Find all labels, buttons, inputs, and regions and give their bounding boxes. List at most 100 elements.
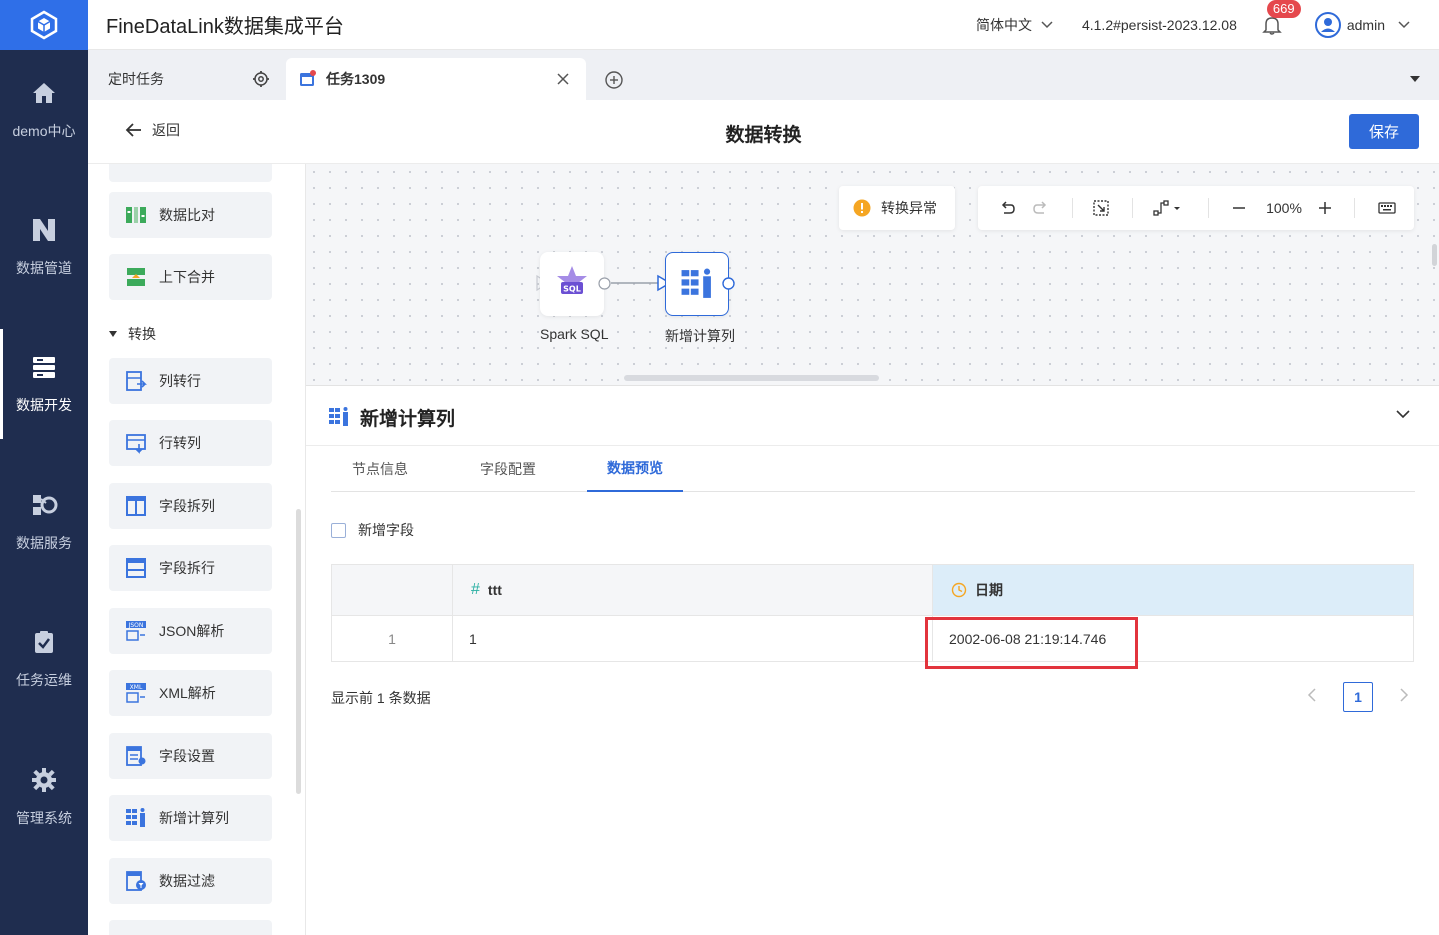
- node-calc-column[interactable]: 新增计算列: [665, 252, 735, 346]
- app-logo[interactable]: [0, 0, 88, 50]
- group-header-transform[interactable]: 转换: [108, 324, 156, 344]
- component-item-split-col[interactable]: 字段拆列: [109, 483, 272, 529]
- row-count-summary: 显示前 1 条数据: [331, 690, 431, 706]
- nav-item-pipeline[interactable]: 数据管道: [0, 192, 88, 302]
- nav-label: demo中心: [12, 123, 76, 139]
- canvas-horizontal-scrollbar[interactable]: [624, 375, 879, 381]
- language-selector[interactable]: 简体中文: [976, 15, 1054, 35]
- node-label: 新增计算列: [665, 328, 735, 344]
- version-label: 4.1.2#persist-2023.12.08: [1081, 17, 1237, 33]
- column-name: ttt: [487, 582, 502, 598]
- panel-resize-handle[interactable]: ⋯: [854, 378, 869, 385]
- component-item-union[interactable]: 上下合并: [109, 254, 272, 300]
- notification-button[interactable]: 669: [1261, 0, 1301, 36]
- component-item-calc-column[interactable]: 新增计算列: [109, 795, 272, 841]
- node-box[interactable]: SQL: [540, 252, 604, 316]
- component-item-col-to-row[interactable]: 列转行: [109, 358, 272, 404]
- component-label: JSON解析: [159, 623, 225, 639]
- save-button[interactable]: 保存: [1349, 114, 1419, 149]
- node-spark-sql[interactable]: SQL Spark SQL: [540, 252, 608, 342]
- column-header-date[interactable]: 日期: [932, 564, 1414, 616]
- gear-icon[interactable]: [252, 70, 270, 88]
- tab-label: 定时任务: [108, 71, 164, 87]
- nav-item-service[interactable]: 数据服务: [0, 467, 88, 577]
- nav-label: 数据服务: [16, 535, 72, 551]
- row-number-header: [331, 564, 453, 616]
- notification-badge: 669: [1266, 0, 1301, 18]
- component-label: 字段拆行: [159, 560, 215, 576]
- close-icon[interactable]: [556, 72, 570, 86]
- nav-item-demo[interactable]: demo中心: [0, 55, 88, 165]
- component-item-json-parse[interactable]: JSON JSON解析: [109, 608, 272, 654]
- component-item-field-settings[interactable]: 字段设置: [109, 733, 272, 779]
- output-port-icon[interactable]: [598, 277, 611, 290]
- node-box-selected[interactable]: [665, 252, 729, 316]
- caret-down-icon: [109, 331, 117, 337]
- field-settings-icon: [125, 745, 147, 767]
- tab-task-1309[interactable]: 任务1309: [286, 58, 586, 100]
- pagination: 1: [1307, 682, 1409, 712]
- component-item-partial[interactable]: [109, 920, 272, 935]
- table-cell[interactable]: 1: [452, 615, 933, 662]
- component-item-row-to-col[interactable]: 行转列: [109, 420, 272, 466]
- row-number: 1: [331, 615, 453, 662]
- component-panel: 数据比对 上下合并 转换 列转行 行转列 字段拆列 字段拆行 JSON JSON…: [88, 164, 306, 935]
- nav-label: 管理系统: [16, 810, 72, 826]
- canvas-vertical-scrollbar[interactable]: [1432, 244, 1437, 266]
- nav-item-admin[interactable]: 管理系统: [0, 742, 88, 852]
- tab-scheduled-tasks[interactable]: 定时任务: [88, 58, 280, 100]
- row-to-col-icon: [125, 432, 147, 454]
- checkbox-label: 新增字段: [358, 522, 414, 538]
- add-tab-icon[interactable]: [604, 70, 624, 90]
- data-preview-table: # ttt 日期 1 1 2002-06-08 21:19:14.746: [331, 564, 1414, 662]
- chevron-down-icon: [1398, 21, 1410, 29]
- service-icon: [30, 491, 58, 519]
- header-right: 简体中文 4.1.2#persist-2023.12.08 669 admin: [976, 0, 1411, 50]
- nav-label: 任务运维: [16, 672, 72, 688]
- next-page-button[interactable]: [1399, 687, 1409, 708]
- nav-item-ops[interactable]: 任务运维: [0, 604, 88, 714]
- tabs-dropdown-icon[interactable]: [1409, 75, 1421, 83]
- panel-tabs: 节点信息 字段配置 数据预览: [331, 446, 1415, 492]
- new-fields-checkbox[interactable]: [331, 522, 346, 538]
- component-item-data-filter[interactable]: 数据过滤: [109, 858, 272, 904]
- calc-column-icon: [329, 407, 348, 426]
- column-header-ttt[interactable]: # ttt: [452, 564, 933, 616]
- top-header: FineDataLink数据集成平台 简体中文 4.1.2#persist-20…: [88, 0, 1439, 50]
- table-cell[interactable]: 2002-06-08 21:19:14.746: [932, 615, 1414, 662]
- chevron-down-icon: [1041, 21, 1053, 29]
- panel-scrollbar[interactable]: [296, 509, 301, 794]
- split-rows-icon: [125, 557, 147, 579]
- logo-icon: [30, 10, 58, 40]
- component-item-data-compare[interactable]: 数据比对: [109, 192, 272, 238]
- split-columns-icon: [125, 495, 147, 517]
- tab-node-info[interactable]: 节点信息: [331, 446, 429, 492]
- left-nav: demo中心 数据管道 数据开发 数据服务 任务运维 管理系统: [0, 0, 88, 935]
- component-label: 数据比对: [159, 207, 215, 223]
- component-item-split-row[interactable]: 字段拆行: [109, 545, 272, 591]
- tab-data-preview[interactable]: 数据预览: [587, 446, 683, 492]
- avatar-icon: [1314, 12, 1341, 38]
- chevron-down-icon[interactable]: [1395, 408, 1411, 420]
- component-item-partial[interactable]: [109, 164, 272, 182]
- number-type-icon: #: [471, 581, 480, 598]
- flow-canvas[interactable]: 转换异常 100% SQL Spark SQL 新增计算列: [306, 164, 1439, 385]
- prev-page-button[interactable]: [1307, 687, 1317, 708]
- spark-sql-icon: SQL: [557, 266, 587, 294]
- app-title: FineDataLink数据集成平台: [106, 16, 344, 38]
- user-menu[interactable]: admin: [1314, 12, 1411, 38]
- col-to-row-icon: [125, 370, 147, 392]
- calc-column-icon: [125, 807, 147, 829]
- language-label: 简体中文: [975, 17, 1032, 33]
- output-port-icon[interactable]: [722, 277, 735, 290]
- compare-icon: [125, 204, 147, 226]
- page-number-current[interactable]: 1: [1343, 682, 1373, 712]
- nav-item-dev[interactable]: 数据开发: [0, 329, 88, 439]
- task-tabs-bar: 定时任务 任务1309: [88, 50, 1439, 100]
- component-item-xml-parse[interactable]: XML XML解析: [109, 670, 272, 716]
- tab-field-config[interactable]: 字段配置: [459, 446, 557, 492]
- pipeline-icon: [30, 216, 58, 244]
- table-header-row: # ttt 日期: [331, 564, 1414, 616]
- node-label: Spark SQL: [540, 326, 609, 342]
- svg-text:SQL: SQL: [563, 285, 581, 294]
